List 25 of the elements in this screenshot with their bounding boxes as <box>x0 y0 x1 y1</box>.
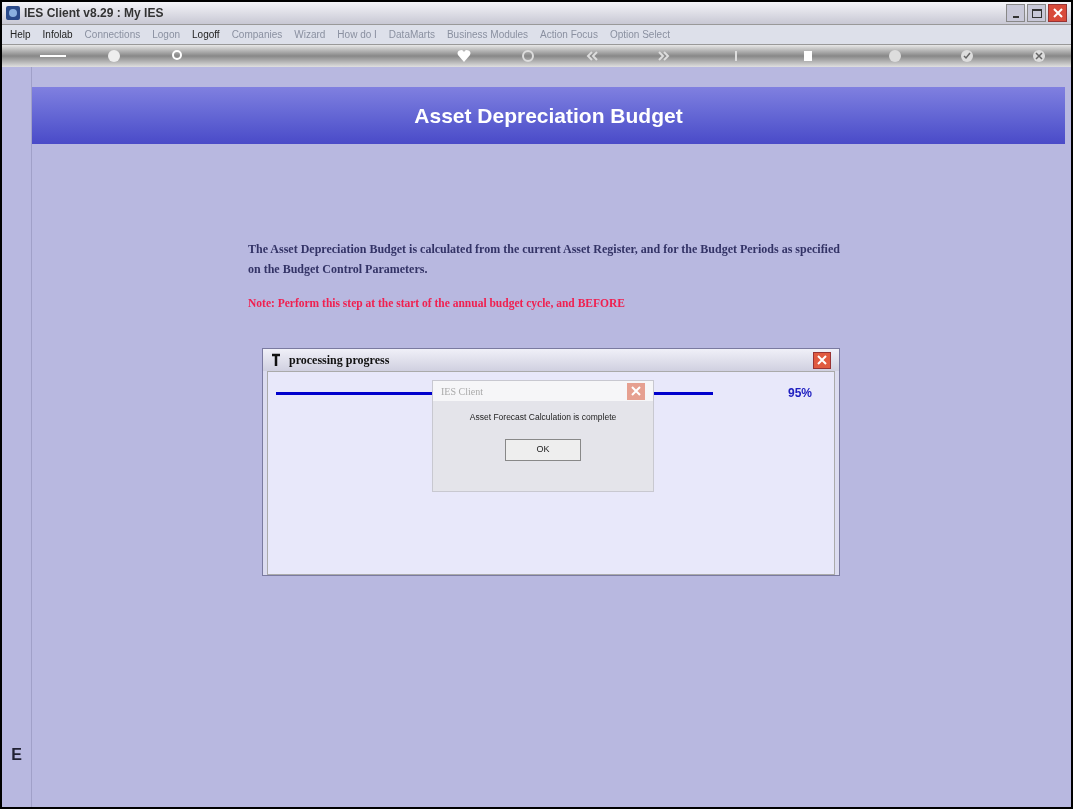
page-title: Asset Depreciation Budget <box>414 102 683 129</box>
minimize-button[interactable] <box>1006 4 1025 22</box>
check-icon[interactable] <box>959 48 975 64</box>
heart-icon[interactable] <box>456 48 472 64</box>
x-icon <box>631 386 641 396</box>
dialog-title: processing progress <box>289 352 390 369</box>
close-button[interactable] <box>813 351 831 369</box>
menu-item[interactable]: Logoff <box>192 27 220 42</box>
x-icon <box>1052 8 1063 18</box>
window-title: IES Client v8.29 : My IES <box>24 5 164 22</box>
ok-button[interactable]: OK <box>505 438 581 461</box>
app-icon <box>6 6 20 20</box>
circle-icon[interactable] <box>520 48 536 64</box>
menu-item[interactable]: Help <box>10 27 31 42</box>
message-box-title: IES Client <box>441 384 483 399</box>
progress-percent: 95% <box>788 385 813 402</box>
close-button[interactable] <box>1048 4 1067 22</box>
menu-item[interactable]: Infolab <box>42 27 73 42</box>
maximize-button[interactable] <box>1027 4 1046 22</box>
message-text: Asset Forecast Calculation is complete <box>468 411 618 424</box>
note-text: Note: Perform this step at the start of the annual budget cycle, and BEFORE <box>248 296 626 312</box>
x-icon <box>817 355 827 365</box>
close-icon[interactable] <box>1031 48 1047 64</box>
description-text: The Asset Depreciation Budget is calculated from the current Asset Register, and for the Budget Periods as specified on the Budget Control Parameters. <box>248 241 841 278</box>
side-tab[interactable]: E <box>11 743 22 767</box>
